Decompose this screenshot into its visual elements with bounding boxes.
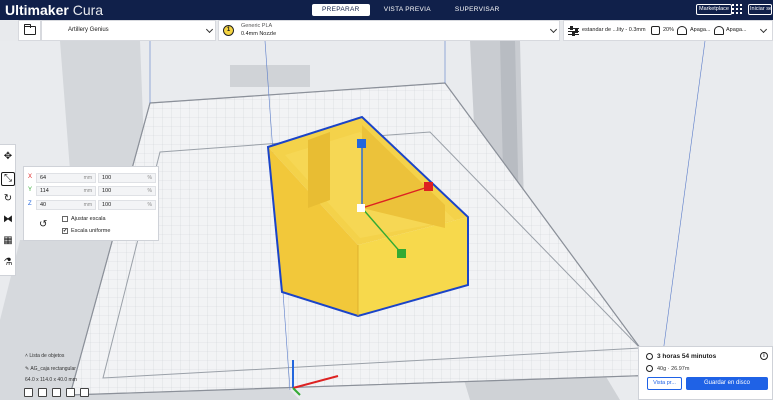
view-top-icon[interactable] (52, 388, 61, 397)
support-blocker-icon[interactable]: ⚗ (2, 257, 14, 269)
tab-preview[interactable]: VISTA PREVIA (374, 4, 441, 16)
material-name: Generic PLA (241, 23, 273, 29)
view-right-icon[interactable] (80, 388, 89, 397)
folder-icon (23, 24, 36, 35)
stage-tabs: PREPARAR VISTA PREVIA SUPERVISAR (312, 4, 510, 16)
material-selector[interactable]: 1 Generic PLA 0.4mm Nozzle (218, 20, 560, 41)
profile-name: estandar de ...lity - 0.3mm (582, 27, 646, 33)
nozzle-size: 0.4mm Nozzle (241, 31, 277, 37)
axis-y-label: Y (28, 187, 33, 193)
axis-x-label: X (28, 174, 33, 180)
scale-z-mm-input[interactable]: 40 mm (36, 200, 96, 210)
view-3d-icon[interactable] (24, 388, 33, 397)
preview-button[interactable]: Vista pr... (647, 377, 682, 390)
scale-handle-z (357, 139, 366, 148)
view-front-icon[interactable] (38, 388, 47, 397)
scale-x-mm-input[interactable]: 64 mm (36, 173, 96, 183)
mirror-tool-icon[interactable]: ⧓ (2, 214, 14, 226)
scale-y-mm-input[interactable]: 114 mm (36, 186, 96, 196)
spool-icon (646, 365, 653, 372)
scale-handle-uniform (357, 204, 365, 212)
object-list-item[interactable]: ✎ AG_caja rectangular (25, 366, 76, 372)
support-value: Apaga... (690, 27, 711, 33)
per-model-settings-icon[interactable]: ▦ (2, 235, 14, 247)
infill-icon (651, 26, 660, 35)
machine-name: Artillery Genius (68, 27, 109, 33)
camera-view-buttons (24, 388, 89, 397)
scale-handle-x (424, 182, 433, 191)
scale-panel: X 64 mm 100% Y 114 mm 100% Z 40 mm 100% ↺ A… (23, 166, 159, 241)
print-time: 3 horas 54 minutos (657, 353, 717, 360)
uniform-scaling-checkbox[interactable]: ✔ (62, 228, 68, 234)
app-logo: Ultimaker Cura (5, 2, 103, 18)
scale-x-percent-input[interactable]: 100% (98, 173, 156, 183)
clock-icon (646, 353, 653, 360)
machine-selector[interactable]: Artillery Genius (41, 20, 216, 41)
chevron-down-icon (549, 25, 558, 34)
scale-tool-icon[interactable]: ⤡ (1, 172, 15, 186)
top-bar: Ultimaker Cura PREPARAR VISTA PREVIA SUP… (0, 0, 773, 20)
object-dimensions: 64.0 x 114.0 x 40.0 mm (25, 377, 77, 383)
signin-button[interactable]: Iniciar sesión (748, 4, 772, 15)
uniform-scaling-label: Escala uniforme (71, 228, 111, 234)
extruder-badge: 1 (223, 25, 234, 36)
snap-scaling-label: Ajustar escala (71, 216, 106, 222)
object-name: AG_caja rectangular (30, 366, 76, 372)
axis-z-label: Z (28, 201, 32, 207)
marketplace-button[interactable]: Marketplace (696, 4, 732, 15)
tool-sidebar: ✥ ⤡ ↻ ⧓ ▦ ⚗ (0, 144, 16, 276)
reset-scale-icon[interactable]: ↺ (39, 219, 47, 230)
info-icon[interactable]: i (760, 352, 768, 360)
chevron-down-icon (205, 25, 214, 34)
snap-scaling-checkbox[interactable] (62, 216, 68, 222)
object-list-header: Lista de objetos (29, 353, 65, 359)
tab-prepare[interactable]: PREPARAR (312, 4, 370, 16)
print-summary-panel: 3 horas 54 minutos i 40g · 26.97m Vista … (638, 346, 773, 400)
rotate-tool-icon[interactable]: ↻ (2, 193, 14, 205)
open-file-button[interactable] (18, 20, 41, 41)
view-left-icon[interactable] (66, 388, 75, 397)
material-usage: 40g · 26.97m (657, 366, 690, 372)
move-tool-icon[interactable]: ✥ (2, 151, 14, 163)
support-icon (677, 26, 687, 35)
apps-grid-icon[interactable] (732, 4, 742, 14)
sliders-icon (568, 25, 579, 38)
object-list-toggle[interactable]: ˄ Lista de objetos (25, 353, 64, 359)
app-title-bold: Ultimaker (5, 2, 69, 18)
scale-y-percent-input[interactable]: 100% (98, 186, 156, 196)
tab-monitor[interactable]: SUPERVISAR (445, 4, 510, 16)
print-settings-selector[interactable]: estandar de ...lity - 0.3mm 20% Apaga...… (563, 20, 773, 41)
chevron-down-icon (759, 25, 768, 34)
app-title-light: Cura (72, 2, 104, 18)
scale-z-percent-input[interactable]: 100% (98, 200, 156, 210)
infill-value: 20% (663, 27, 675, 33)
adhesion-value: Apaga... (726, 27, 747, 33)
adhesion-icon (714, 26, 724, 35)
scale-handle-y (397, 249, 406, 258)
save-to-disk-button[interactable]: Guardar en disco (686, 377, 768, 390)
